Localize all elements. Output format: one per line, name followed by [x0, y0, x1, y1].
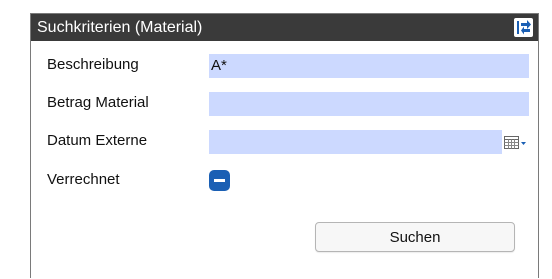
datum-externe-input[interactable]	[209, 130, 502, 154]
verrechnet-label: Verrechnet	[47, 171, 120, 188]
search-criteria-panel: Suchkriterien (Material) Beschreibung A*…	[30, 13, 539, 278]
panel-titlebar: Suchkriterien (Material)	[31, 14, 538, 41]
calendar-dropdown-icon[interactable]	[503, 130, 529, 154]
beschreibung-label: Beschreibung	[47, 56, 139, 73]
betrag-material-input[interactable]	[209, 92, 529, 116]
betrag-material-label: Betrag Material	[47, 94, 149, 111]
datum-externe-label: Datum Externe	[47, 132, 148, 149]
indeterminate-icon	[214, 179, 225, 182]
verrechnet-tristate-checkbox[interactable]	[209, 170, 230, 191]
search-button[interactable]: Suchen	[315, 222, 515, 252]
collapse-panel-icon[interactable]	[514, 18, 533, 37]
beschreibung-input[interactable]: A*	[209, 54, 529, 78]
panel-title: Suchkriterien (Material)	[37, 19, 203, 36]
